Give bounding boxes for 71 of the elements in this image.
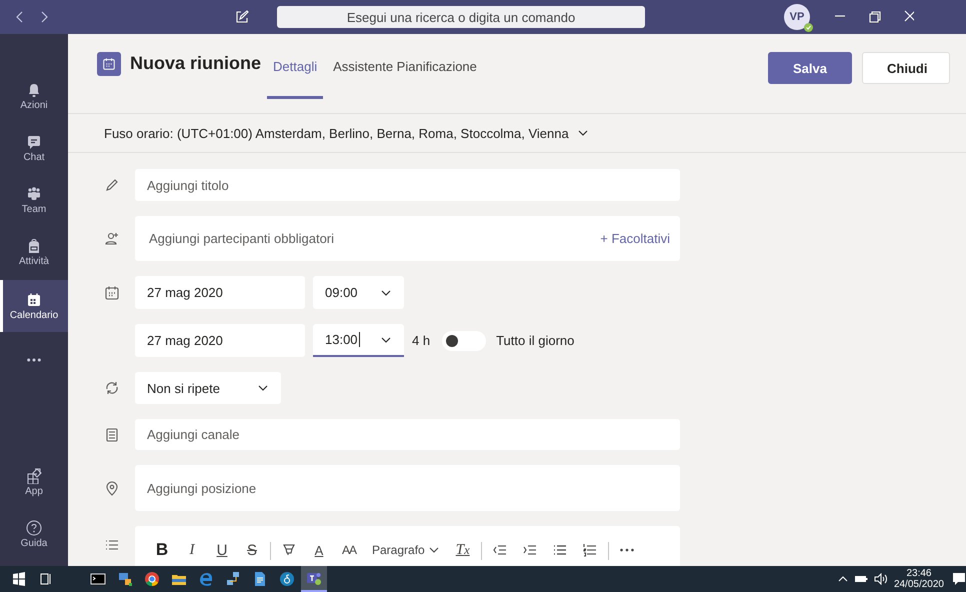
time-dropdown[interactable]: 13:00 — [313, 324, 404, 357]
paragraph-button[interactable]: Paragrafo — [364, 540, 448, 560]
people-icon — [26, 186, 42, 202]
calendar-icon — [104, 284, 120, 300]
save-button[interactable]: Salva — [768, 52, 852, 84]
backpack-icon — [26, 238, 42, 254]
optional-link[interactable]: + Facoltativi — [600, 231, 670, 246]
rail-button[interactable]: App — [0, 458, 68, 506]
more-icon[interactable] — [620, 548, 634, 552]
network-icon[interactable] — [225, 571, 241, 587]
compose-icon[interactable] — [235, 10, 249, 24]
browser-e-icon[interactable] — [198, 571, 214, 587]
rail-button[interactable]: Calendario — [0, 280, 68, 332]
close-icon[interactable] — [904, 10, 914, 22]
add-person-icon — [104, 230, 120, 246]
rail-button[interactable]: Team — [0, 176, 68, 224]
avatar[interactable]: VP — [784, 4, 810, 30]
repeat-dropdown[interactable]: Non si ripete — [135, 372, 281, 404]
date-field[interactable]: 27 mag 2020 — [135, 324, 305, 357]
battery-icon[interactable] — [854, 574, 868, 584]
date-field[interactable]: 27 mag 2020 — [135, 276, 305, 309]
highlighter-icon[interactable] — [281, 542, 297, 558]
channel-field[interactable]: Aggiungi canale — [135, 419, 680, 450]
maximize-icon[interactable] — [868, 10, 882, 24]
windows-icon[interactable] — [11, 571, 27, 587]
calendar-icon — [102, 57, 116, 71]
delta-circle-icon[interactable] — [279, 571, 295, 587]
repeat-icon — [104, 380, 120, 396]
bell-icon — [26, 82, 42, 98]
page-title: Nuova riunione — [130, 53, 262, 74]
font-size-button[interactable]: AA — [334, 540, 364, 560]
chevron-up-icon[interactable] — [838, 574, 848, 584]
font-color-button[interactable]: A — [304, 540, 334, 560]
channel-icon — [104, 426, 120, 442]
attendees-field[interactable]: Aggiungi partecipanti obbligatori + Facoltativi — [135, 216, 680, 261]
title-field[interactable]: Aggiungi titolo — [135, 169, 680, 201]
calendar-icon — [26, 292, 42, 308]
underline-button[interactable]: U — [207, 540, 237, 560]
terminal-icon[interactable] — [90, 571, 106, 587]
more-icon — [27, 358, 41, 362]
strike-button[interactable]: S — [237, 540, 267, 560]
chat-icon — [26, 134, 42, 150]
timezone-dropdown[interactable]: Fuso orario: (UTC+01:00) Amsterdam, Berlino, Berna, Roma, Stoccolma, Vienna — [68, 114, 966, 153]
tab[interactable]: Dettagli — [267, 52, 324, 99]
notifications-icon[interactable] — [952, 572, 966, 586]
rail-button[interactable]: Guida — [0, 510, 68, 558]
document-icon[interactable] — [252, 571, 268, 587]
speaker-icon[interactable] — [874, 573, 888, 585]
pencil-icon — [104, 177, 120, 193]
browser-circle-icon[interactable] — [144, 571, 160, 587]
duration-label: 4 h — [412, 333, 430, 348]
clock[interactable]: 23:46 24/05/2020 — [894, 568, 944, 590]
location-field[interactable]: Aggiungi posizione — [135, 465, 680, 511]
tab[interactable]: Assistente Pianificazione — [327, 52, 483, 99]
help-icon — [26, 520, 42, 536]
bold-button[interactable]: B — [147, 540, 177, 560]
italic-button[interactable]: I — [177, 540, 207, 560]
avatar-initials: VP — [790, 11, 804, 23]
apps-icon — [26, 468, 42, 484]
status-icon — [804, 23, 813, 32]
location-pin-icon — [104, 480, 120, 496]
search-field[interactable]: Esegui una ricerca o digita un comando — [277, 6, 645, 28]
rail-button[interactable]: Chat — [0, 124, 68, 172]
rail-button[interactable]: Azioni — [0, 72, 68, 120]
teams-app-icon[interactable] — [306, 570, 322, 586]
numbered-list-icon[interactable] — [582, 542, 598, 558]
all-day-toggle[interactable] — [442, 330, 486, 350]
time-dropdown[interactable]: 09:00 — [313, 276, 404, 309]
rail-button[interactable]: Attività — [0, 228, 68, 276]
close-button[interactable]: Chiudi — [862, 52, 950, 84]
all-day-label: Tutto il giorno — [496, 333, 574, 348]
